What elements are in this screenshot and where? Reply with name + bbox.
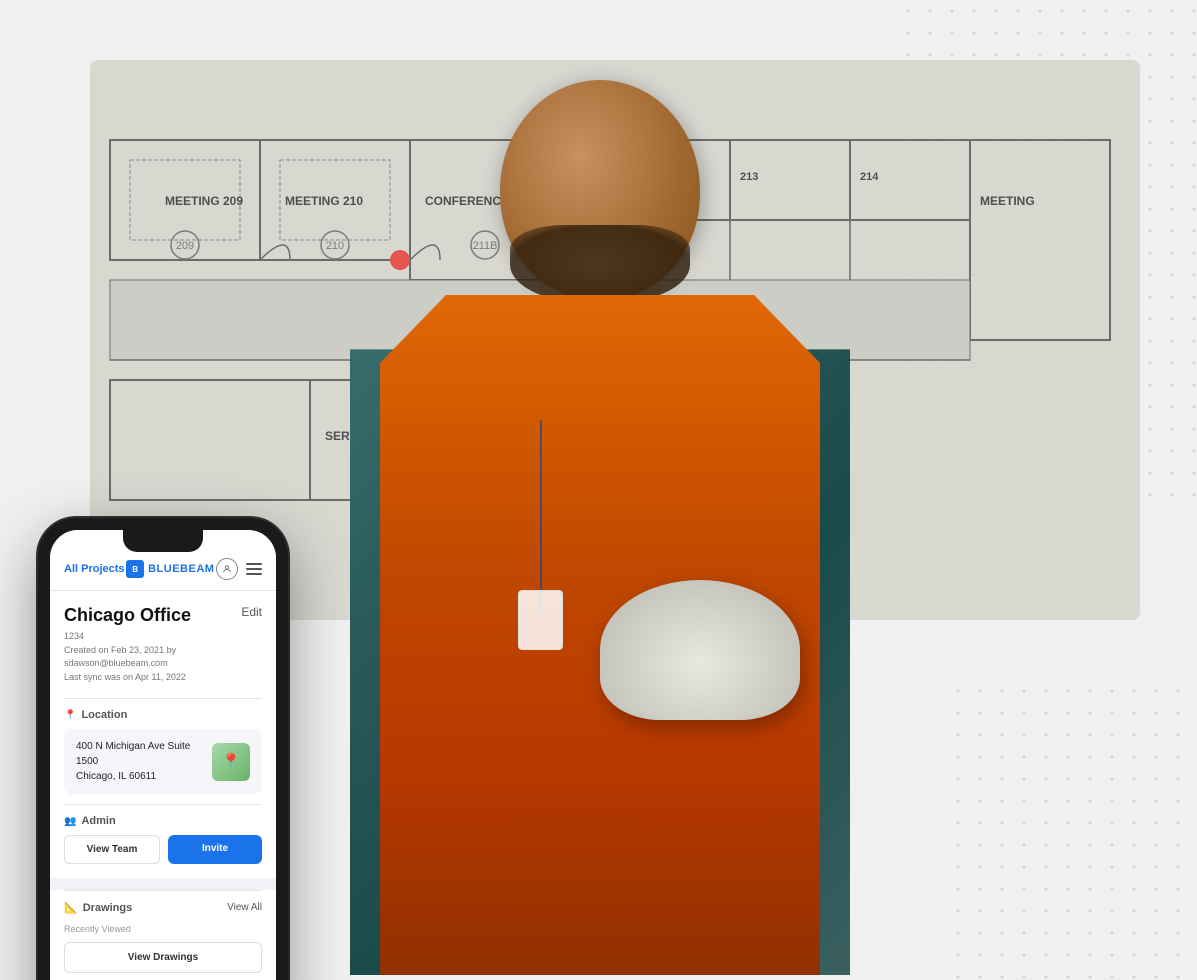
project-header: Chicago Office Edit xyxy=(64,605,262,626)
app-body: Chicago Office Edit 1234 Created on Feb … xyxy=(50,591,276,878)
view-all-link[interactable]: View All xyxy=(227,902,262,913)
app-logo: B BLUEBEAM xyxy=(126,560,214,578)
location-card[interactable]: 400 N Michigan Ave Suite 1500 Chicago, I… xyxy=(64,729,262,794)
location-icon: 📍 xyxy=(64,710,76,721)
menu-icon[interactable] xyxy=(246,563,262,575)
invite-button[interactable]: Invite xyxy=(168,835,262,864)
drawings-icon: 📐 xyxy=(64,901,78,914)
menu-line-1 xyxy=(246,563,262,565)
view-drawings-button[interactable]: View Drawings xyxy=(64,942,262,973)
worker-beard xyxy=(510,225,690,305)
location-section-title: 📍 Location xyxy=(64,709,262,721)
location-label: Location xyxy=(81,709,127,721)
location-text: 400 N Michigan Ave Suite 1500 Chicago, I… xyxy=(76,739,212,784)
worker-hardhat xyxy=(600,580,800,720)
menu-line-3 xyxy=(246,573,262,575)
edit-link[interactable]: Edit xyxy=(241,605,262,619)
address-line1: 400 N Michigan Ave Suite 1500 xyxy=(76,739,212,769)
admin-section: 👥 Admin View Team Invite xyxy=(64,815,262,864)
admin-icon: 👥 xyxy=(64,816,76,827)
worker-figure xyxy=(300,0,1197,980)
logo-text: BLUEBEAM xyxy=(148,563,214,575)
svg-text:209: 209 xyxy=(176,240,194,252)
all-projects-link[interactable]: All Projects xyxy=(64,563,125,575)
divider-1 xyxy=(64,698,262,699)
logo-icon: B xyxy=(126,560,144,578)
worker-badge-card xyxy=(518,590,563,650)
svg-text:MEETING 209: MEETING 209 xyxy=(165,194,243,208)
view-team-button[interactable]: View Team xyxy=(64,835,160,864)
project-id: 1234 xyxy=(64,630,262,644)
phone-device: All Projects B BLUEBEAM xyxy=(38,518,288,980)
address-line2: Chicago, IL 60611 xyxy=(76,769,212,784)
project-created: Created on Feb 23, 2021 by sdawson@blueb… xyxy=(64,644,262,671)
drawings-section: 📐 Drawings View All Recently Viewed View… xyxy=(50,890,276,980)
drawings-header: 📐 Drawings View All xyxy=(64,890,262,924)
map-thumbnail[interactable]: 📍 xyxy=(212,743,250,781)
user-icon[interactable] xyxy=(216,558,238,580)
menu-line-2 xyxy=(246,568,262,570)
admin-section-title: 👥 Admin xyxy=(64,815,262,827)
project-meta: 1234 Created on Feb 23, 2021 by sdawson@… xyxy=(64,630,262,684)
admin-button-row: View Team Invite xyxy=(64,835,262,864)
header-icons xyxy=(216,558,262,580)
phone-notch xyxy=(123,530,203,552)
drawings-title: 📐 Drawings xyxy=(64,901,132,914)
divider-2 xyxy=(64,804,262,805)
main-container: MEETING 209 MEETING 210 CONFERENCE 211 2… xyxy=(0,0,1197,980)
project-title: Chicago Office xyxy=(64,605,191,626)
drawings-label: Drawings xyxy=(83,902,133,914)
project-sync: Last sync was on Apr 11, 2022 xyxy=(64,671,262,685)
worker-photo xyxy=(300,0,1197,980)
recently-viewed-label: Recently Viewed xyxy=(64,924,262,934)
phone-screen: All Projects B BLUEBEAM xyxy=(50,530,276,980)
admin-label: Admin xyxy=(81,815,115,827)
